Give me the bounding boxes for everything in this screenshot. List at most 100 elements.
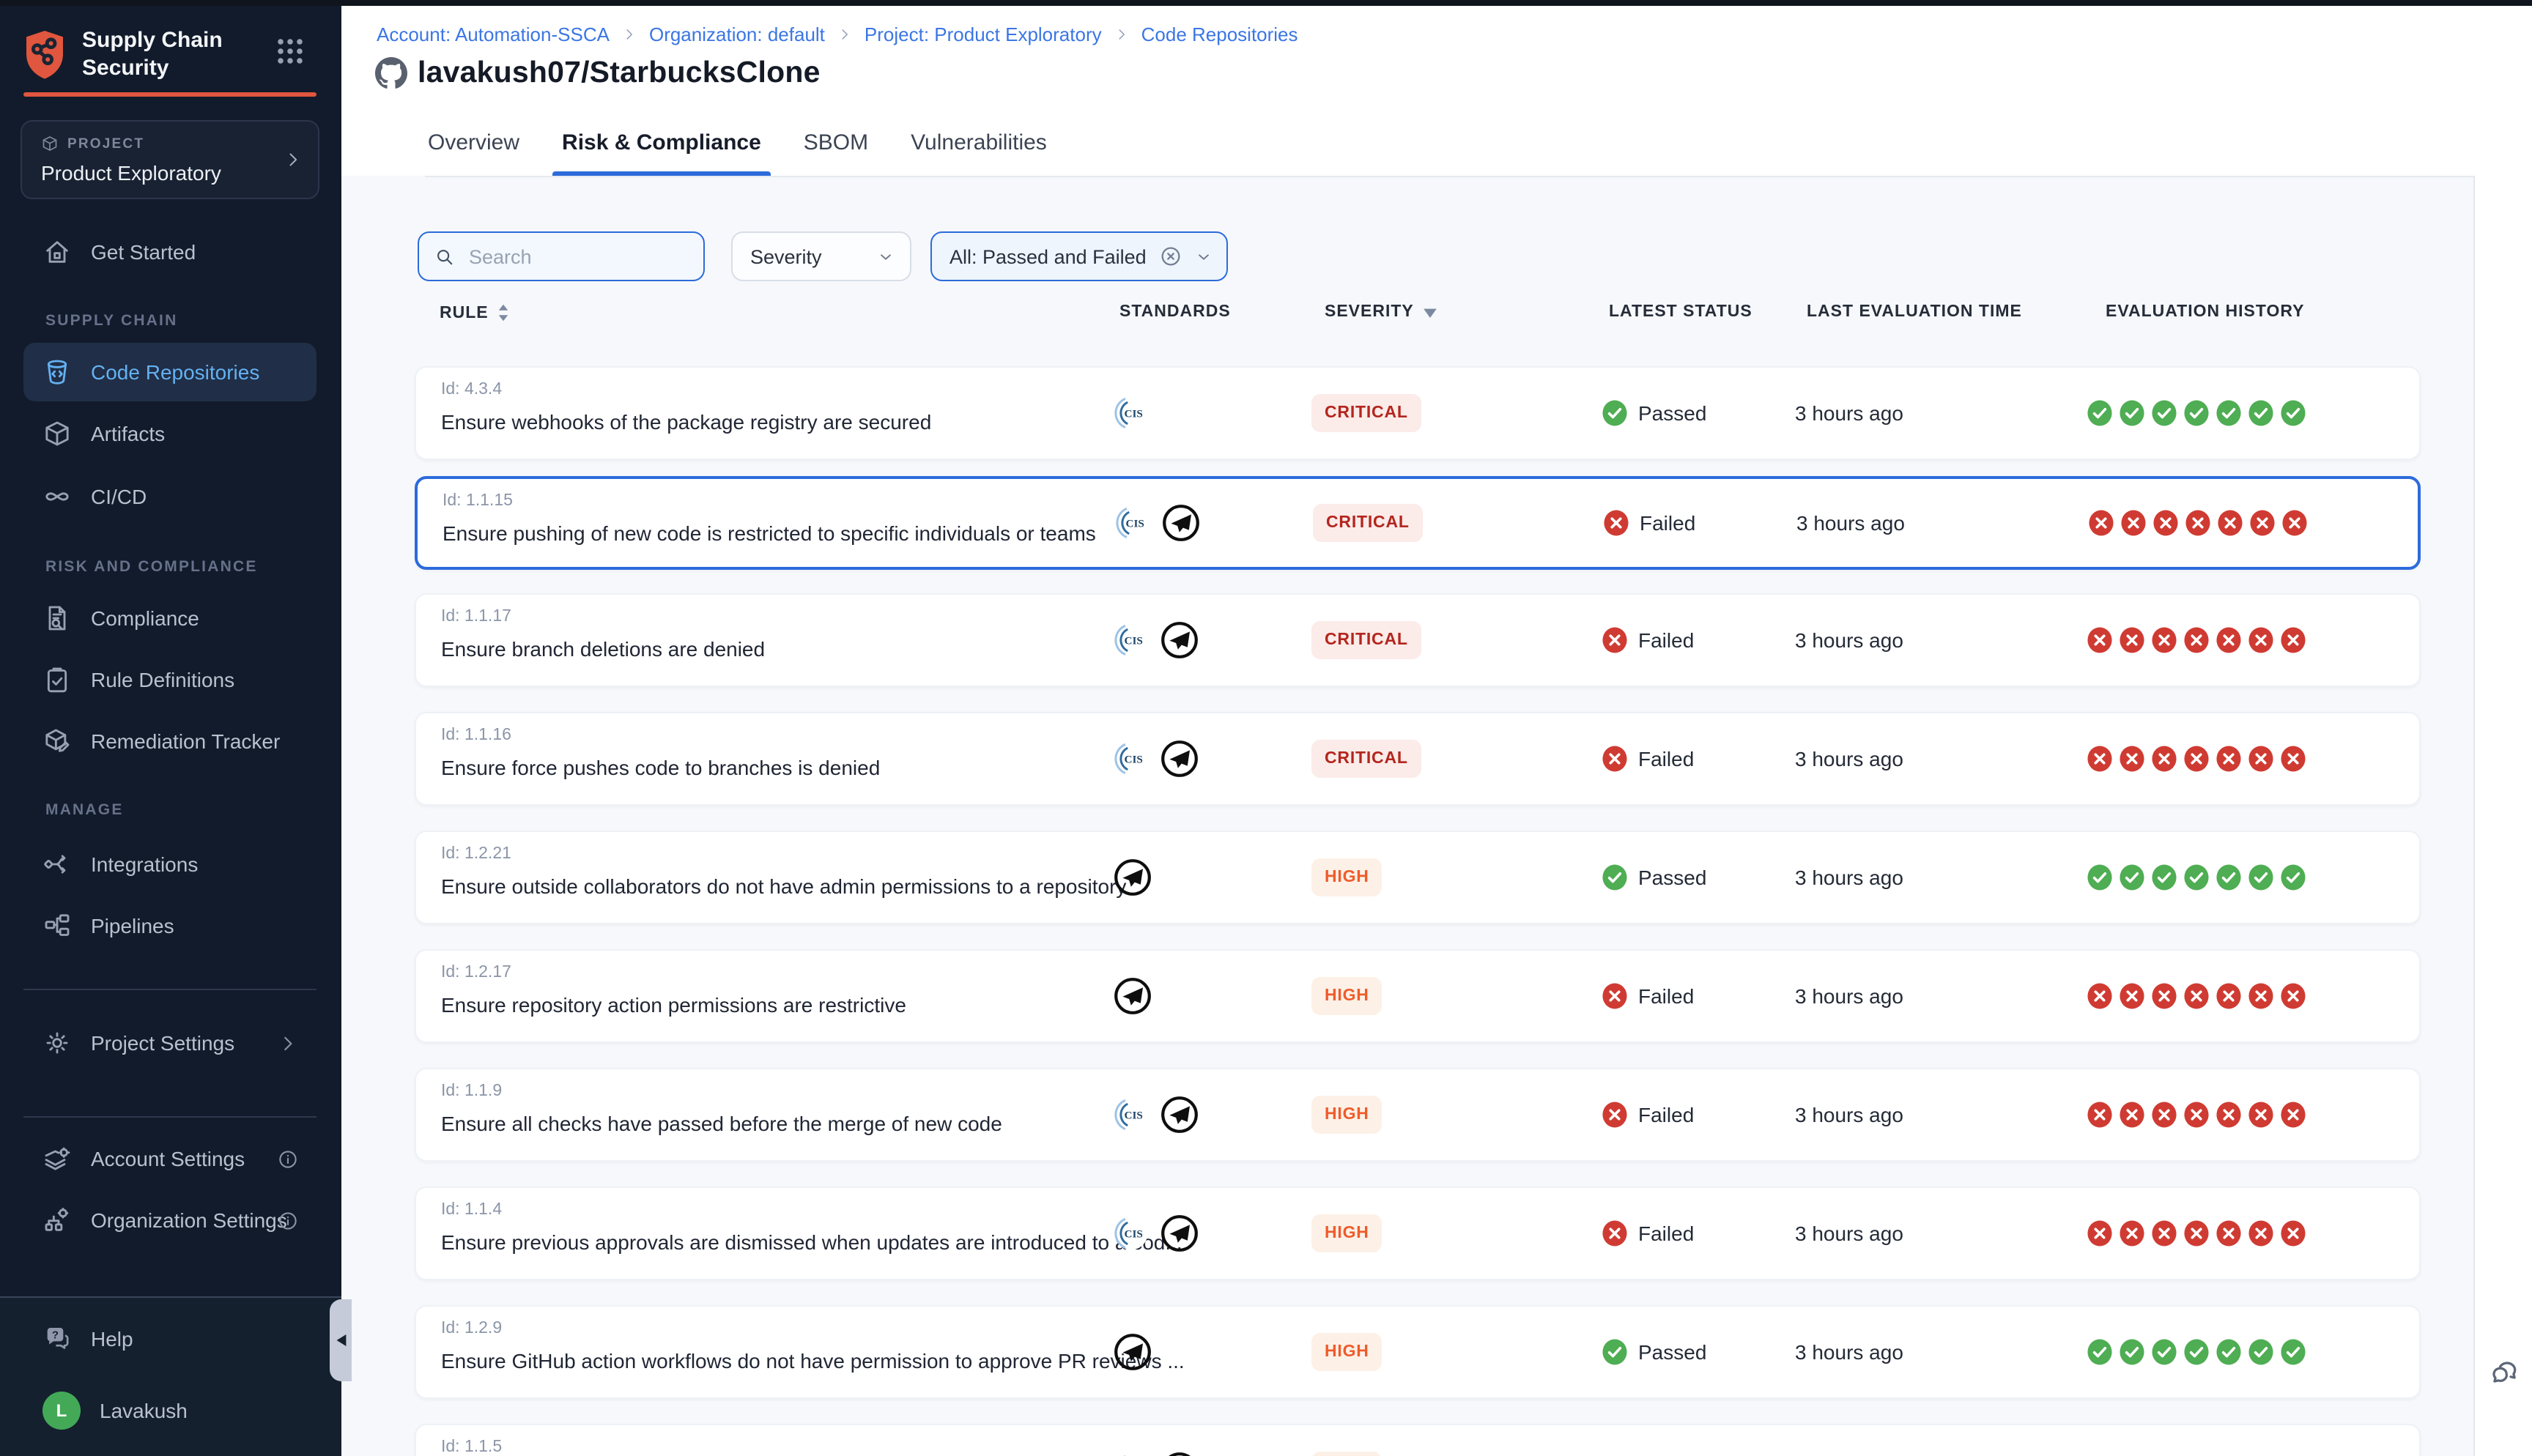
user-menu[interactable]: L Lavakush [23,1381,316,1440]
table-header: RULESTANDARDSSEVERITYLATEST STATUSLAST E… [341,303,2473,324]
standards-cell [1114,1307,1152,1397]
sidebar-collapse-button[interactable] [330,1299,352,1381]
latest-status: Failed [1602,1220,1694,1247]
table-row[interactable]: Id: 1.2.21Ensure outside collaborators d… [415,831,2421,924]
sidebar-item-rule-definitions[interactable]: Rule Definitions [23,650,316,709]
info-icon[interactable] [277,1148,299,1170]
breadcrumb-separator-icon [621,26,637,42]
history-failed-icon [2248,626,2274,654]
sidebar: Supply ChainSecurity PROJECT Product Exp… [0,0,341,1456]
tab-risk-compliance[interactable]: Risk & Compliance [559,110,764,176]
page-header: Account: Automation-SSCA Organization: de… [341,6,2532,176]
column-header-label: RULE [440,304,489,322]
column-header-rule[interactable]: RULE [440,303,511,322]
history-passed-icon [2151,863,2177,891]
table-row[interactable]: Id: 1.1.17Ensure branch deletions are de… [415,593,2421,687]
rule-name: Ensure repository action permissions are… [441,993,906,1017]
history-failed-icon [2152,509,2179,537]
breadcrumb-link-code-repositories[interactable]: Code Repositories [1141,23,1298,45]
table-row[interactable]: Id: 1.1.16Ensure force pushes code to br… [415,712,2421,806]
sidebar-item-artifacts[interactable]: Artifacts [23,404,316,463]
history-failed-icon [2280,626,2306,654]
info-icon[interactable] [277,1209,299,1231]
column-header-label: LAST EVALUATION TIME [1807,303,2022,321]
severity-badge: CRITICAL [1311,740,1421,778]
sidebar-item-label: Integrations [91,853,198,876]
table-row[interactable]: Id: 1.1.5CISHIGHFailed3 hours ago [415,1424,2421,1456]
avatar: L [42,1392,81,1430]
standards-cell: CIS [1114,1069,1199,1160]
sidebar-item-get-started[interactable]: Get Started [23,223,316,281]
sidebar-divider [23,989,316,990]
sidebar-item-account-settings[interactable]: Account Settings [23,1129,316,1188]
scorecard-standard-icon [1114,977,1152,1015]
table-row[interactable]: Id: 1.2.9Ensure GitHub action workflows … [415,1305,2421,1399]
column-header-severity[interactable]: SEVERITY [1325,303,1437,321]
standards-cell: CIS [1114,713,1199,804]
project-switcher[interactable]: PROJECT Product Exploratory [21,120,319,199]
sidebar-item-help[interactable]: ? Help [23,1310,316,1368]
history-failed-icon [2119,626,2145,654]
sidebar-item-label: Compliance [91,606,199,630]
breadcrumb-link-organization-default[interactable]: Organization: default [649,23,825,45]
tab-sbom[interactable]: SBOM [801,110,871,176]
package-icon [42,419,72,448]
evaluation-history [2087,1338,2306,1366]
sidebar-item-code-repositories[interactable]: Code Repositories [23,343,316,401]
sidebar-item-organization-settings[interactable]: Organization Settings [23,1191,316,1249]
search-box [418,231,705,281]
sidebar-item-pipelines[interactable]: Pipelines [23,896,316,955]
passed-icon [1602,400,1628,426]
history-failed-icon [2248,1101,2274,1129]
collapse-arrow-icon [335,1334,347,1346]
cis-standard-icon: CIS [1114,623,1149,658]
sidebar-section-risk-and-compliance: RISK AND COMPLIANCE [45,558,258,576]
sidebar-item-project-settings[interactable]: Project Settings [23,1014,316,1072]
failed-icon [1603,510,1629,536]
standards-cell [1114,832,1152,923]
status-filter[interactable]: All: Passed and Failed [930,231,1228,281]
table-row[interactable]: Id: 1.1.9Ensure all checks have passed b… [415,1068,2421,1162]
history-passed-icon [2280,399,2306,427]
severity-filter-label: Severity [750,245,822,267]
history-failed-icon [2151,1101,2177,1129]
cis-standard-icon: CIS [1115,505,1150,541]
severity-badge: HIGH [1311,1452,1382,1456]
clear-filter-icon[interactable] [1159,245,1182,268]
tab-overview[interactable]: Overview [425,110,522,176]
tab-vulnerabilities[interactable]: Vulnerabilities [908,110,1050,176]
sidebar-item-remediation-tracker[interactable]: Remediation Tracker [23,712,316,770]
sidebar-item-ci-cd[interactable]: CI/CD [23,467,316,526]
table-row[interactable]: Id: 1.1.15Ensure pushing of new code is … [415,476,2421,570]
severity-filter[interactable]: Severity [731,231,911,281]
standards-cell [1114,951,1152,1041]
status-label: Failed [1638,1103,1694,1126]
evaluation-history [2087,1219,2306,1247]
search-input[interactable] [466,244,684,269]
apps-grid-icon[interactable] [277,38,303,64]
scorecard-standard-icon [1160,1452,1199,1456]
rule-name: Ensure webhooks of the package registry … [441,410,931,434]
sidebar-item-compliance[interactable]: Compliance [23,589,316,647]
evaluation-time: 3 hours ago [1796,511,1905,535]
status-label: Passed [1638,866,1706,889]
chat-icon[interactable] [2487,1355,2520,1389]
history-failed-icon [2280,745,2306,773]
history-failed-icon [2216,1219,2242,1247]
severity-badge: CRITICAL [1311,621,1421,659]
column-header-label: SEVERITY [1325,303,1414,321]
table-row[interactable]: Id: 1.1.4Ensure previous approvals are d… [415,1186,2421,1280]
table-row[interactable]: Id: 1.2.17Ensure repository action permi… [415,949,2421,1043]
evaluation-time: 3 hours ago [1795,1103,1903,1126]
table-row[interactable]: Id: 4.3.4Ensure webhooks of the package … [415,366,2421,460]
history-passed-icon [2183,1338,2210,1366]
severity-badge: CRITICAL [1311,394,1421,432]
history-failed-icon [2248,745,2274,773]
evaluation-history [2088,509,2308,537]
breadcrumb-link-account-automation-ssca[interactable]: Account: Automation-SSCA [377,23,610,45]
scorecard-standard-icon [1160,1214,1199,1252]
severity-badge: HIGH [1311,977,1382,1015]
column-header-label: LATEST STATUS [1609,303,1752,321]
breadcrumb-link-project-product-exploratory[interactable]: Project: Product Exploratory [865,23,1102,45]
sidebar-item-integrations[interactable]: Integrations [23,835,316,894]
